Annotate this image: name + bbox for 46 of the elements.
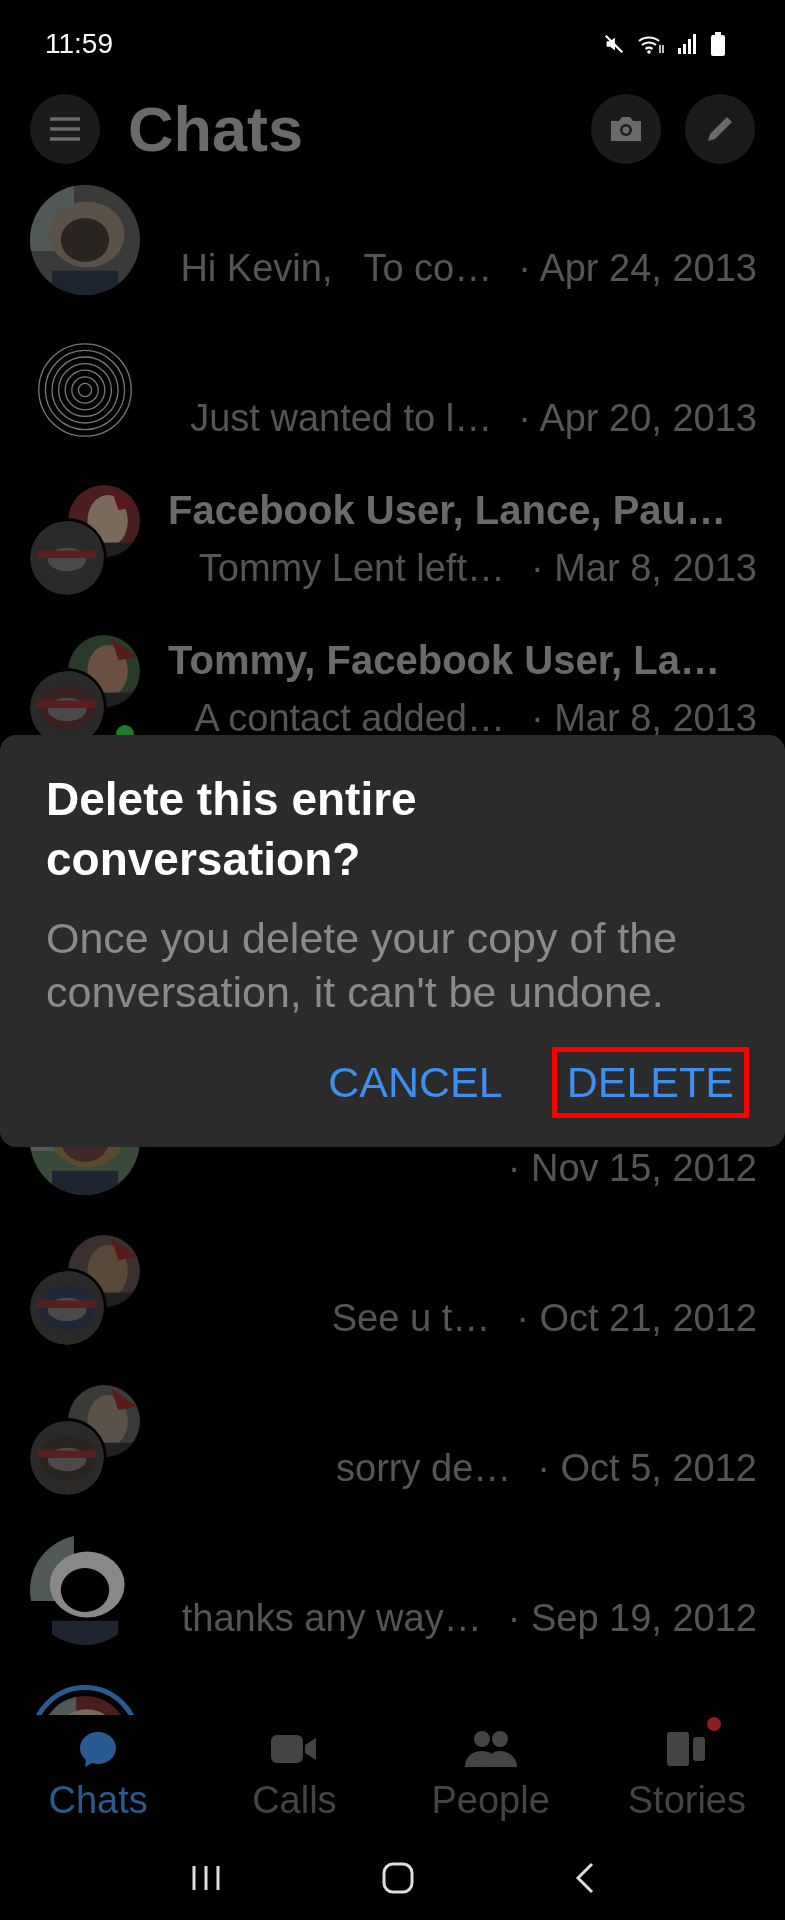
back-icon[interactable] [574, 1861, 595, 1894]
nav-tab[interactable]: Chats [0, 1715, 197, 1835]
message-date: · Oct 5, 2012 [537, 1447, 757, 1490]
chat-row[interactable]: Facebook User, Lance, Pau… Tommy Lent left… · Mar 8, 2013 [0, 475, 785, 625]
nav-tab[interactable]: Calls [196, 1715, 393, 1835]
home-icon[interactable] [381, 1861, 414, 1894]
chat-row[interactable]: Just wanted to l… · Apr 20, 2013 [0, 325, 785, 475]
chat-row[interactable]: Hi Kevin, To co… · Apr 24, 2013 [0, 175, 785, 325]
dialog-message: Once you delete your copy of the conversation, it can't be undone. [46, 913, 679, 1018]
stories-icon [666, 1732, 707, 1766]
message-date: · Mar 8, 2013 [531, 697, 757, 740]
people-icon [464, 1730, 517, 1768]
menu-icon [48, 116, 82, 142]
message-date: · Oct 21, 2012 [516, 1297, 757, 1340]
page-title: Chats [128, 93, 304, 165]
wifi-icon [637, 33, 665, 55]
battery-icon [711, 32, 725, 56]
dialog-title: Delete this entire conversation? [46, 772, 418, 887]
message-preview: thanks any way… [181, 1597, 482, 1640]
mute-icon [603, 33, 625, 55]
nav-tab[interactable]: Stories [588, 1715, 785, 1835]
chat-row[interactable]: See u t… · Oct 21, 2012 [0, 1225, 785, 1375]
chat-name: Facebook User, Lance, Pau… [168, 488, 726, 533]
chat-row[interactable]: thanks any way… · Sep 19, 2012 [0, 1525, 785, 1675]
cancel-button[interactable]: CANCEL [313, 1047, 518, 1118]
chat-row[interactable]: sorry de… · Oct 5, 2012 [0, 1375, 785, 1525]
signal-icon [677, 33, 699, 55]
message-preview: sorry de… [336, 1447, 512, 1490]
camera-icon [608, 114, 644, 144]
message-date: · Sep 19, 2012 [507, 1597, 757, 1640]
chat-name: Tommy, Facebook User, La… [168, 638, 720, 683]
message-date: · Mar 8, 2013 [531, 547, 757, 590]
message-preview: Just wanted to l… [190, 397, 493, 440]
status-time: 11:59 [45, 28, 113, 60]
chat-icon [78, 1730, 119, 1768]
message-preview: Hi Kevin, To co… [180, 247, 493, 290]
delete-button[interactable]: DELETE [551, 1047, 749, 1118]
message-date: · Nov 15, 2012 [507, 1147, 757, 1190]
message-date: · Apr 24, 2013 [518, 247, 757, 290]
video-camera-icon [271, 1733, 318, 1765]
message-preview: Tommy Lent left… [198, 547, 505, 590]
nav-tab[interactable]: People [392, 1715, 589, 1835]
message-date: · Apr 20, 2013 [518, 397, 757, 440]
message-preview: See u t… [331, 1297, 491, 1340]
recent-apps-icon[interactable] [190, 1864, 221, 1891]
message-preview: A contact added… [194, 697, 505, 740]
